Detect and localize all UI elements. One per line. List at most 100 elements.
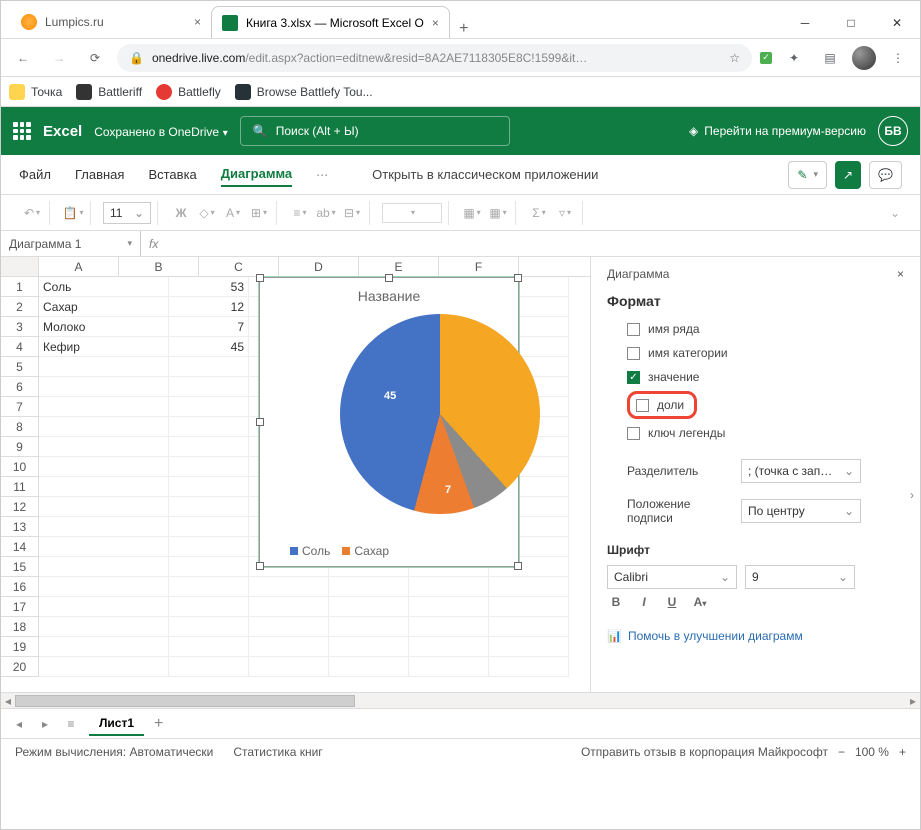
chart-legend[interactable]: Соль Сахар <box>290 544 389 558</box>
cell[interactable] <box>39 377 169 397</box>
row-header[interactable]: 11 <box>1 477 39 497</box>
row-header[interactable]: 7 <box>1 397 39 417</box>
cell-styles-button[interactable]: ▦ <box>487 202 509 224</box>
help-improve-link[interactable]: 📊 Помочь в улучшении диаграмм <box>607 629 904 643</box>
bookmark-item[interactable]: Browse Battlefy Tou... <box>235 84 373 100</box>
cell[interactable] <box>169 437 249 457</box>
checkbox-value[interactable]: ✓значение <box>627 365 904 389</box>
cell[interactable] <box>329 597 409 617</box>
cell[interactable]: Кефир <box>39 337 169 357</box>
bold-button[interactable]: Ж <box>170 202 192 224</box>
cell[interactable] <box>329 657 409 677</box>
italic-button[interactable]: I <box>635 595 653 609</box>
cell[interactable] <box>489 597 569 617</box>
add-sheet-button[interactable]: + <box>154 715 163 733</box>
cell[interactable] <box>169 597 249 617</box>
close-tab-icon[interactable]: × <box>432 16 439 30</box>
calc-mode[interactable]: Режим вычисления: Автоматически <box>15 745 213 759</box>
checkbox-series-name[interactable]: имя ряда <box>627 317 904 341</box>
close-window-button[interactable]: ✕ <box>874 8 920 38</box>
cell[interactable] <box>39 477 169 497</box>
cell[interactable] <box>39 657 169 677</box>
cell[interactable] <box>249 617 329 637</box>
cell[interactable] <box>169 637 249 657</box>
edit-mode-button[interactable]: ✎▾ <box>788 161 827 189</box>
workbook-stats[interactable]: Статистика книг <box>233 745 322 759</box>
cell[interactable] <box>329 617 409 637</box>
feedback-link[interactable]: Отправить отзыв в корпорация Майкрософт <box>581 745 828 759</box>
font-size-input[interactable]: 11 <box>103 202 151 224</box>
tab-home[interactable]: Главная <box>75 163 124 186</box>
panel-collapse-button[interactable]: › <box>904 475 920 515</box>
tab-insert[interactable]: Вставка <box>148 163 196 186</box>
row-header[interactable]: 2 <box>1 297 39 317</box>
cell[interactable] <box>39 577 169 597</box>
cell[interactable] <box>169 377 249 397</box>
extensions-button[interactable]: ✦ <box>780 44 808 72</box>
position-select[interactable]: По центру <box>741 499 861 523</box>
premium-link[interactable]: ◈ Перейти на премиум-версию <box>689 124 866 138</box>
cell[interactable] <box>39 537 169 557</box>
cell[interactable] <box>249 597 329 617</box>
cell[interactable]: Сахар <box>39 297 169 317</box>
row-header[interactable]: 5 <box>1 357 39 377</box>
cell[interactable] <box>169 557 249 577</box>
cell[interactable]: 12 <box>169 297 249 317</box>
cell[interactable]: 45 <box>169 337 249 357</box>
resize-handle[interactable] <box>514 562 522 570</box>
cell[interactable] <box>169 477 249 497</box>
cell[interactable] <box>169 577 249 597</box>
tab-file[interactable]: Файл <box>19 163 51 186</box>
fill-color-button[interactable]: ◇ <box>196 202 218 224</box>
font-color-button[interactable]: A▾ <box>691 595 709 609</box>
cell[interactable] <box>409 577 489 597</box>
minimize-button[interactable]: ─ <box>782 8 828 38</box>
tab-chart[interactable]: Диаграмма <box>221 162 292 187</box>
bookmark-item[interactable]: Battleriff <box>76 84 142 100</box>
share-button[interactable]: ↗ <box>835 161 861 189</box>
checkbox-legend-key[interactable]: ключ легенды <box>627 421 904 445</box>
row-header[interactable]: 8 <box>1 417 39 437</box>
cell[interactable] <box>489 637 569 657</box>
cell[interactable]: Молоко <box>39 317 169 337</box>
font-size-select[interactable]: 9 <box>745 565 855 589</box>
star-icon[interactable]: ☆ <box>729 51 740 65</box>
spreadsheet-grid[interactable]: A B C D E F 1 Соль 53 2 Сахар 12 3 Молок… <box>1 257 590 692</box>
cell[interactable] <box>409 637 489 657</box>
scrollbar-thumb[interactable] <box>15 695 355 707</box>
cell[interactable]: 7 <box>169 317 249 337</box>
maximize-button[interactable]: □ <box>828 8 874 38</box>
border-button[interactable]: ⊞ <box>248 202 270 224</box>
separator-select[interactable]: ; (точка с зап… <box>741 459 861 483</box>
cell[interactable] <box>329 637 409 657</box>
comments-button[interactable]: 💬 <box>869 161 902 189</box>
resize-handle[interactable] <box>256 274 264 282</box>
collapse-ribbon-button[interactable]: ⌄ <box>884 202 906 224</box>
cell[interactable] <box>489 577 569 597</box>
cell[interactable] <box>39 617 169 637</box>
row-header[interactable]: 18 <box>1 617 39 637</box>
resize-handle[interactable] <box>256 418 264 426</box>
row-header[interactable]: 19 <box>1 637 39 657</box>
cell[interactable]: 53 <box>169 277 249 297</box>
row-header[interactable]: 14 <box>1 537 39 557</box>
pie-chart[interactable] <box>340 314 540 514</box>
cell[interactable] <box>169 517 249 537</box>
extension-icon[interactable]: ✓ <box>760 52 772 64</box>
name-box[interactable]: Диаграмма 1▾ <box>1 231 141 256</box>
row-header[interactable]: 4 <box>1 337 39 357</box>
col-header[interactable]: E <box>359 257 439 276</box>
zoom-in[interactable]: + <box>899 745 906 759</box>
underline-button[interactable]: U <box>663 595 681 609</box>
conditional-format-button[interactable]: ▦ <box>461 202 483 224</box>
search-box[interactable]: 🔍 Поиск (Alt + Ы) <box>240 116 510 146</box>
formula-bar[interactable]: fx <box>141 237 920 251</box>
cell[interactable] <box>409 617 489 637</box>
save-status[interactable]: Сохранено в OneDrive ▾ <box>94 124 228 139</box>
col-header[interactable]: C <box>199 257 279 276</box>
row-header[interactable]: 10 <box>1 457 39 477</box>
resize-handle[interactable] <box>256 562 264 570</box>
wrap-text-button[interactable]: ab <box>315 202 337 224</box>
cell[interactable] <box>169 497 249 517</box>
align-button[interactable]: ≡ <box>289 202 311 224</box>
